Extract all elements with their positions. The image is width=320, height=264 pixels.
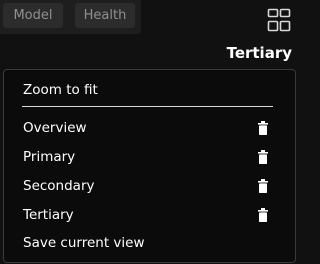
- trash-icon[interactable]: [258, 208, 268, 222]
- trash-icon[interactable]: [258, 121, 268, 135]
- zoom-to-fit-item[interactable]: Zoom to fit: [23, 80, 98, 100]
- save-current-view-item[interactable]: Save current view: [23, 233, 145, 253]
- view-menu: Zoom to fit Overview Primary Secondary T…: [3, 69, 296, 263]
- tab-health[interactable]: Health: [75, 3, 135, 28]
- layout-grid-icon[interactable]: [267, 8, 291, 32]
- trash-icon[interactable]: [258, 179, 268, 193]
- view-item-secondary[interactable]: Secondary: [23, 176, 95, 196]
- tab-bar: Model Health: [0, 0, 141, 34]
- current-view-title: Tertiary: [226, 44, 292, 62]
- trash-icon[interactable]: [258, 150, 268, 164]
- view-item-tertiary[interactable]: Tertiary: [23, 205, 74, 225]
- view-item-overview[interactable]: Overview: [23, 118, 87, 138]
- menu-divider: [22, 106, 273, 107]
- view-item-primary[interactable]: Primary: [23, 147, 75, 167]
- tab-model[interactable]: Model: [3, 3, 63, 28]
